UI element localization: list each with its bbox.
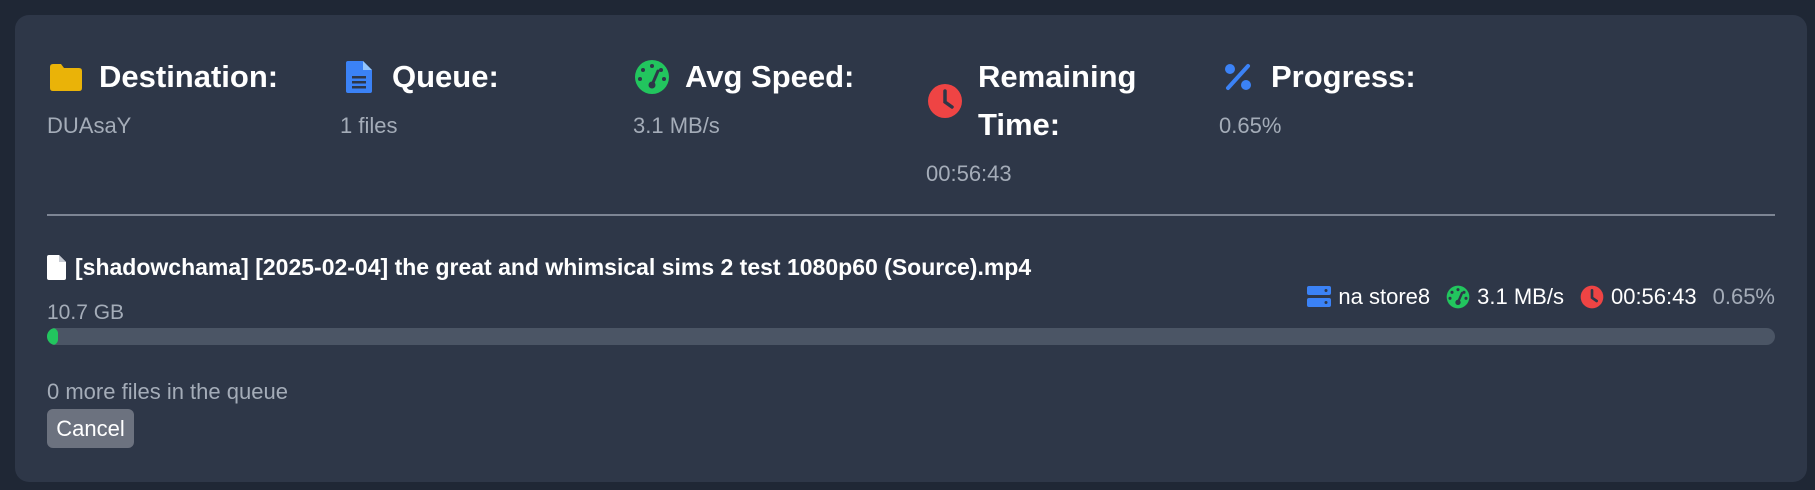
file-remaining: 00:56:43: [1610, 284, 1697, 309]
progress-bar-fill: [47, 328, 59, 345]
stat-queue-value: 1 files: [340, 113, 398, 138]
file-speed-info: 3.1 MB/s: [1446, 281, 1564, 313]
folder-icon: [47, 53, 85, 101]
current-file-size: 10.7 GB: [47, 301, 125, 324]
cancel-button[interactable]: Cancel: [47, 409, 134, 448]
stat-avg-speed: Avg Speed: 3.1 MB/s: [633, 53, 854, 141]
server-name: na store8: [1338, 284, 1431, 309]
speedometer-icon: [633, 53, 671, 101]
file-progress-percent: 0.65%: [1712, 284, 1775, 309]
stat-progress-label: Progress:: [1271, 59, 1416, 94]
percent-icon: [1219, 53, 1257, 101]
stat-destination-value: DUAsaY: [47, 113, 132, 138]
stat-remaining-time-value: 00:56:43: [926, 161, 1012, 186]
clock-icon: [1580, 285, 1604, 309]
stat-progress-value: 0.65%: [1219, 113, 1282, 138]
file-icon: [47, 254, 69, 280]
stat-queue-label: Queue:: [392, 59, 499, 94]
download-panel: Destination: DUAsaY Queue: 1 files Avg S…: [15, 15, 1807, 482]
current-file-meta: na store8 3.1 MB/s 00:56:43 0.65%: [1307, 281, 1775, 313]
stat-remaining-time-label: Remaining Time:: [978, 59, 1137, 142]
speedometer-icon: [1446, 285, 1470, 309]
server-info: na store8: [1307, 281, 1430, 313]
queue-note: 0 more files in the queue: [47, 379, 288, 404]
file-text-icon: [340, 53, 378, 101]
stat-remaining-time: Remaining Time: 00:56:43: [926, 53, 1146, 189]
stat-avg-speed-value: 3.1 MB/s: [633, 113, 720, 138]
stat-progress: Progress: 0.65%: [1219, 53, 1416, 141]
current-file-name: [shadowchama] [2025-02-04] the great and…: [75, 254, 1032, 280]
stat-destination: Destination: DUAsaY: [47, 53, 278, 141]
clock-icon: [926, 53, 964, 149]
progress-bar: [47, 328, 1775, 345]
server-icon: [1307, 286, 1332, 308]
divider: [47, 214, 1775, 216]
stat-avg-speed-label: Avg Speed:: [685, 59, 855, 94]
stat-queue: Queue: 1 files: [340, 53, 499, 141]
file-speed: 3.1 MB/s: [1477, 284, 1564, 309]
stat-destination-label: Destination:: [99, 59, 279, 94]
current-file-row: [shadowchama] [2025-02-04] the great and…: [47, 251, 1031, 283]
file-remaining-info: 00:56:43: [1580, 281, 1697, 313]
